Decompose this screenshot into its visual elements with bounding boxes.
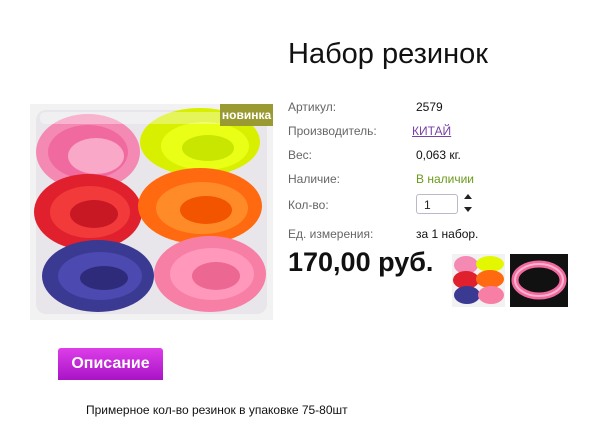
spec-weight-value: 0,063 кг. [416, 148, 461, 162]
manufacturer-link[interactable]: КИТАЙ [412, 124, 451, 138]
spec-weight-label: Вес: [288, 148, 313, 162]
spec-manufacturer-label: Производитель: [288, 124, 377, 138]
product-price: 170,00 руб. [288, 247, 434, 277]
thumbnail-single-band[interactable] [510, 254, 568, 307]
quantity-spinner-icon[interactable] [463, 192, 473, 214]
spec-article-label: Артикул: [288, 100, 337, 114]
availability-status: В наличии [416, 172, 475, 186]
spec-quantity-label: Кол-во: [288, 198, 329, 212]
tab-description[interactable]: Описание [58, 348, 163, 380]
thumbnail-bundle[interactable] [452, 254, 505, 307]
spec-unit-value: за 1 набор. [416, 227, 479, 241]
new-badge: новинка [220, 104, 273, 126]
product-image[interactable] [30, 104, 273, 320]
product-title: Набор резинок [288, 38, 488, 70]
quantity-input[interactable]: 1 [416, 194, 458, 214]
spec-unit-label: Ед. измерения: [288, 227, 374, 241]
spec-article-value: 2579 [416, 100, 443, 114]
spec-availability-label: Наличие: [288, 172, 341, 186]
description-text: Примерное кол-во резинок в упаковке 75-8… [86, 403, 348, 417]
